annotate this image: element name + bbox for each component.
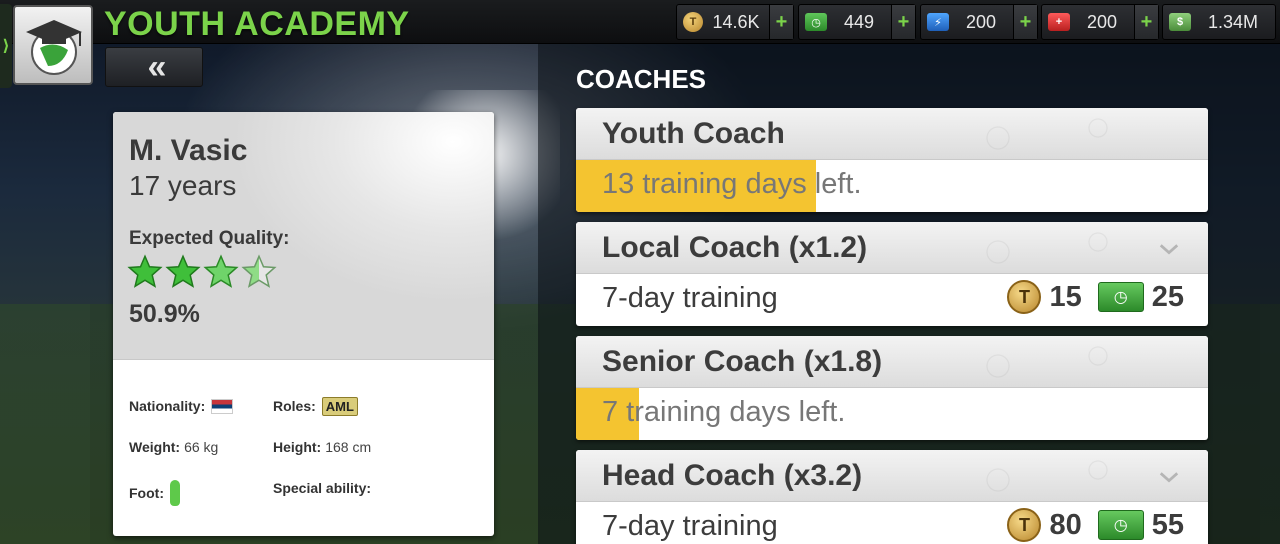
- foot-icon: [169, 480, 180, 506]
- coach-name: Local Coach (x1.2): [602, 231, 868, 264]
- roles-label: Roles:: [273, 398, 316, 414]
- add-cash-button[interactable]: +: [891, 5, 915, 39]
- special-ability-row: Special ability:: [273, 480, 371, 496]
- coach-head[interactable]: Head Coach (x3.2) 7-day training T 80 ◷ …: [576, 450, 1208, 544]
- side-tab-chevron-icon: ⟩: [2, 38, 10, 55]
- resource-value: 200: [1086, 11, 1118, 32]
- height-value: 168 cm: [325, 439, 372, 455]
- chevron-down-icon[interactable]: [1158, 238, 1180, 260]
- resource-cash: ◷ 449 +: [798, 4, 916, 40]
- coach-training-row: 7-day training T 15 ◷ 25: [576, 274, 1208, 326]
- player-card[interactable]: M. Vasic 17 years Expected Quality: 50.9…: [113, 112, 494, 536]
- training-costs[interactable]: T 80 ◷ 55: [1007, 508, 1192, 542]
- token-cost-value: 15: [1049, 280, 1082, 313]
- coach-local[interactable]: Local Coach (x1.2) 7-day training T 15 ◷…: [576, 222, 1208, 326]
- roles-row: Roles: AML: [273, 397, 358, 416]
- coach-status: 7 training days left.: [602, 396, 846, 428]
- add-medic-button[interactable]: +: [1134, 5, 1158, 39]
- resource-value: 449: [843, 11, 875, 32]
- cash-cost-icon: ◷: [1097, 282, 1144, 312]
- role-badge: AML: [321, 397, 358, 416]
- foot-row: Foot:: [129, 480, 180, 506]
- coach-youth[interactable]: Youth Coach 13 training days left.: [576, 108, 1208, 212]
- back-button[interactable]: «: [105, 47, 203, 87]
- quality-stars: [127, 254, 277, 290]
- token-cost-icon: T: [1007, 508, 1042, 542]
- add-tokens-button[interactable]: +: [769, 5, 793, 39]
- medic-icon: +: [1048, 13, 1070, 31]
- chevron-down-icon[interactable]: [1158, 466, 1180, 488]
- special-ability-label: Special ability:: [273, 480, 372, 496]
- foot-label: Foot:: [129, 485, 164, 501]
- side-menu-tab[interactable]: ⟩: [0, 4, 12, 88]
- coach-name: Senior Coach (x1.8): [602, 345, 883, 378]
- player-name: M. Vasic: [129, 134, 248, 167]
- cash-cost-value: 55: [1151, 508, 1184, 541]
- coach-name: Youth Coach: [602, 117, 785, 150]
- coach-senior[interactable]: Senior Coach (x1.8) 7 training days left…: [576, 336, 1208, 440]
- quality-percent: 50.9%: [129, 300, 200, 328]
- resource-energy: ⚡ 200 +: [920, 4, 1038, 40]
- graduation-ball-icon: [26, 20, 82, 75]
- coach-name: Head Coach (x3.2): [602, 459, 863, 492]
- star-half-icon: [241, 254, 277, 288]
- energy-icon: ⚡: [927, 13, 949, 31]
- resource-medic: + 200 +: [1041, 4, 1159, 40]
- weight-value: 66 kg: [184, 439, 219, 455]
- training-duration: 7-day training: [602, 282, 778, 314]
- serbia-flag-icon: [211, 399, 234, 414]
- cash-icon: ◷: [805, 13, 827, 31]
- nationality-label: Nationality:: [129, 398, 206, 414]
- height-label: Height:: [273, 439, 322, 455]
- weight-label: Weight:: [129, 439, 181, 455]
- coach-status: 13 training days left.: [602, 168, 862, 200]
- page-title: YOUTH ACADEMY: [104, 5, 410, 43]
- youth-academy-icon: [13, 5, 93, 85]
- add-energy-button[interactable]: +: [1013, 5, 1037, 39]
- token-icon: T: [683, 12, 703, 32]
- token-cost-value: 80: [1049, 508, 1082, 541]
- coach-training-row: 7-day training T 80 ◷ 55: [576, 502, 1208, 544]
- resource-money: $ 1.34M: [1162, 4, 1276, 40]
- cash-cost-icon: ◷: [1097, 510, 1144, 540]
- cash-cost-value: 25: [1151, 280, 1184, 313]
- coach-status-row: 7 training days left.: [576, 388, 1208, 440]
- resource-value: 200: [965, 11, 997, 32]
- token-cost-icon: T: [1007, 280, 1042, 314]
- resource-value: 14.6K: [712, 11, 760, 32]
- nationality-row: Nationality:: [129, 398, 234, 414]
- expected-quality-label: Expected Quality:: [129, 228, 290, 249]
- star-full-icon: [127, 254, 163, 288]
- player-age: 17 years: [129, 170, 237, 201]
- coach-status-row: 13 training days left.: [576, 160, 1208, 212]
- star-full-icon: [203, 254, 239, 288]
- star-full-icon: [165, 254, 201, 288]
- coaches-heading: COACHES: [576, 64, 707, 94]
- height-row: Height: 168 cm: [273, 439, 371, 455]
- weight-row: Weight: 66 kg: [129, 439, 218, 455]
- resource-value: 1.34M: [1207, 11, 1259, 32]
- training-duration: 7-day training: [602, 510, 778, 542]
- training-costs[interactable]: T 15 ◷ 25: [1007, 280, 1192, 314]
- resource-tokens: T 14.6K +: [676, 4, 794, 40]
- money-icon: $: [1169, 13, 1191, 31]
